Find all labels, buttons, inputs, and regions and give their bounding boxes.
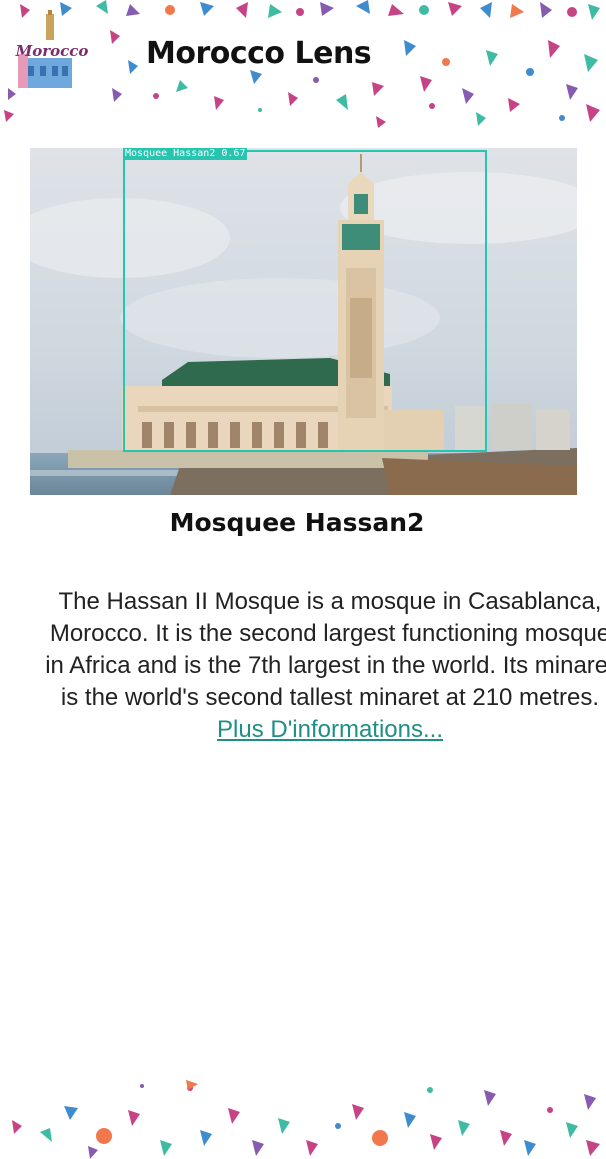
app-title: Morocco Lens (146, 36, 372, 71)
landmark-description: The Hassan II Mosque is a mosque in Casa… (44, 586, 606, 746)
more-info-link[interactable]: Plus D'informations... (217, 716, 443, 743)
detection-bounding-box (123, 150, 487, 452)
detection-label: Mosquee Hassan2 0.67 (123, 148, 248, 160)
landmark-photo: Mosquee Hassan2 0.67 (30, 148, 577, 495)
moroccan-pattern-footer (12, 1080, 600, 1159)
logo-text: Morocco (15, 42, 89, 60)
morocco-logo: Morocco (4, 10, 100, 90)
landmark-title: Mosquee Hassan2 (169, 508, 425, 537)
app-footer (0, 1070, 606, 1159)
description-text: The Hassan II Mosque is a mosque in Casa… (45, 588, 606, 711)
app-header: Morocco Morocco Lens (0, 0, 606, 130)
app-screen: Morocco Morocco Lens Mosquee Hassan2 0.6… (0, 0, 606, 1159)
